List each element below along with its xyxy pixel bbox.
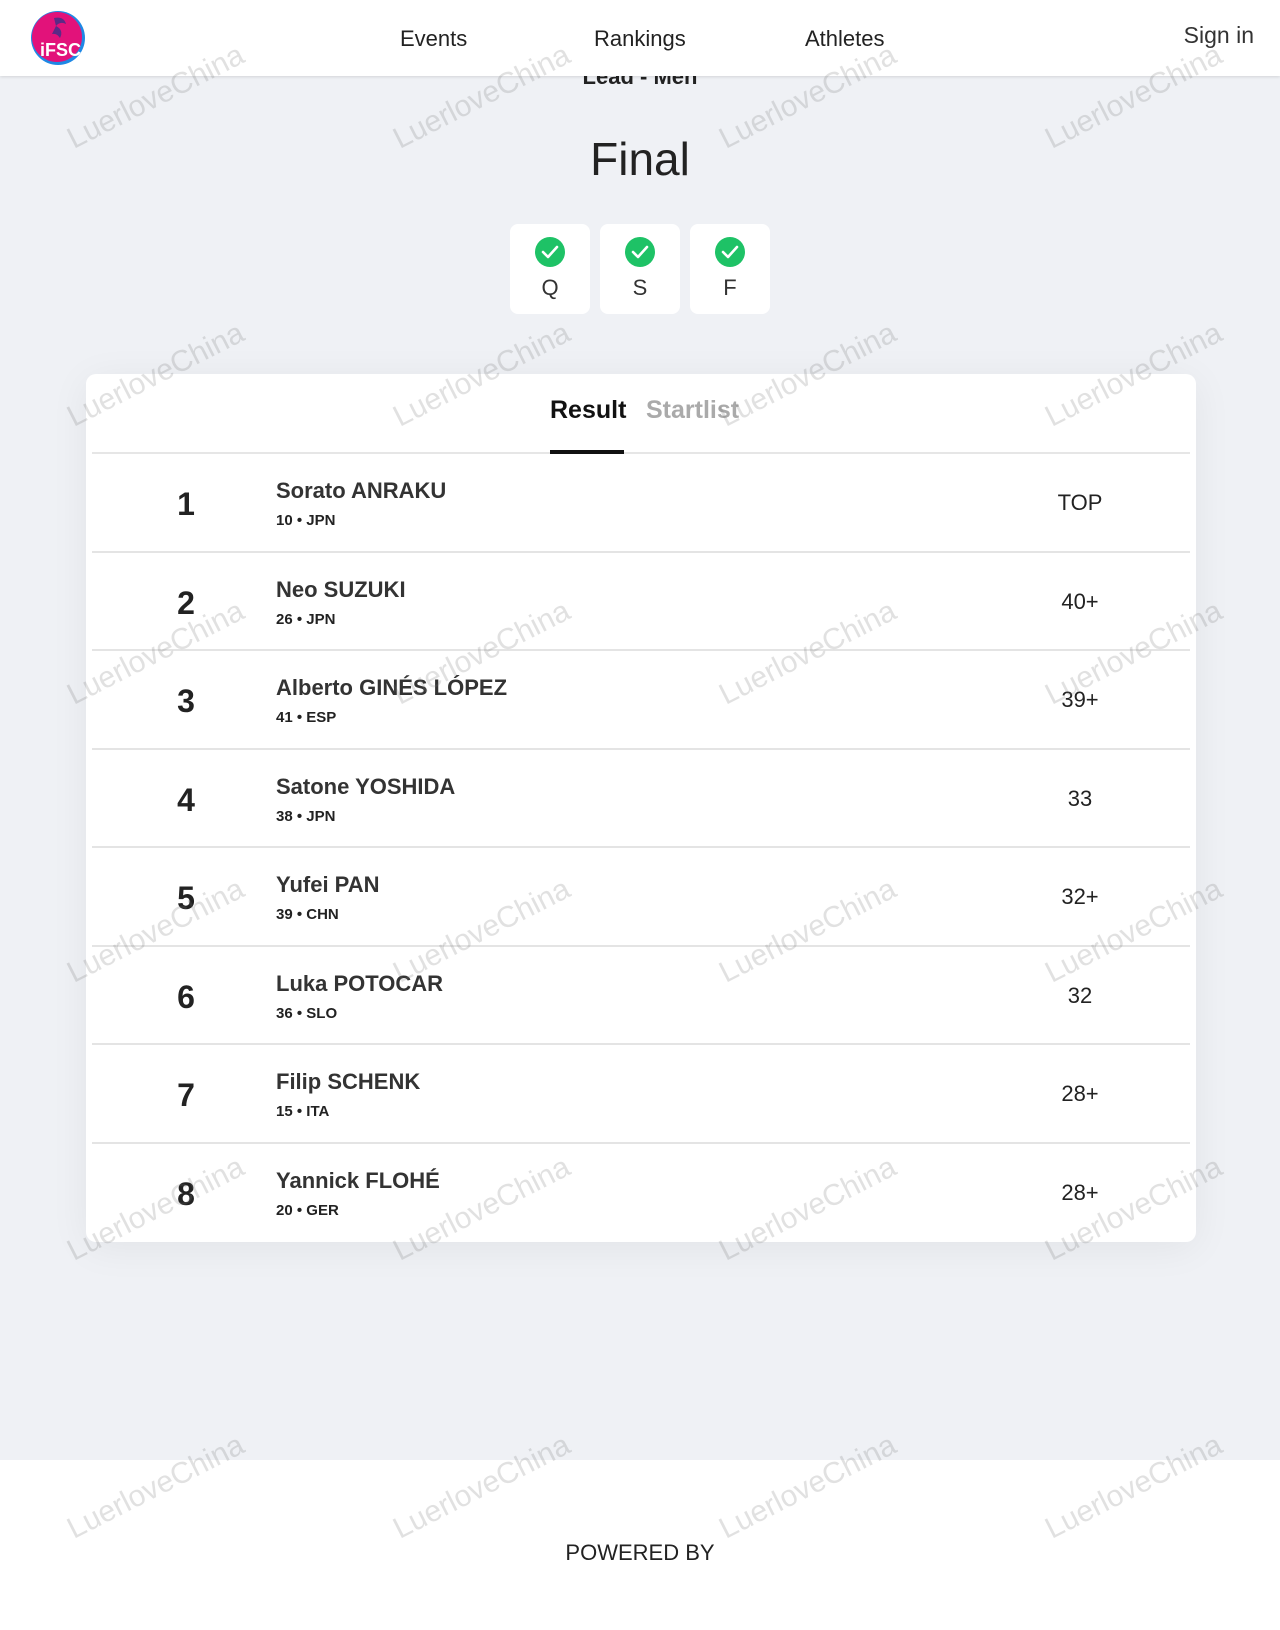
score: 39+	[1061, 687, 1099, 712]
check-icon	[625, 237, 655, 267]
rank: 7	[177, 1077, 195, 1113]
score: 33	[1067, 785, 1093, 811]
check-icon	[535, 237, 565, 267]
rank: 3	[177, 683, 195, 719]
athlete-name: Filip SCHENK	[276, 1069, 421, 1094]
result-row[interactable]: 5 Yufei PAN 39 • CHN 32+	[92, 848, 1190, 947]
rank: 6	[177, 978, 195, 1015]
phase-label: Q	[541, 275, 559, 300]
round-title: Final	[590, 133, 690, 185]
score: TOP	[1057, 490, 1103, 515]
tab-startlist[interactable]: Startlist	[646, 396, 739, 425]
rank: 8	[177, 1175, 195, 1212]
athlete-bib-country: 38 • JPN	[276, 807, 336, 825]
phase-qualification-button[interactable]: Q	[510, 224, 590, 314]
powered-by-label: POWERED BY	[565, 1540, 715, 1565]
athlete-bib-country: 36 • SLO	[276, 1004, 338, 1022]
score: 28+	[1061, 1179, 1099, 1205]
score: 32	[1067, 982, 1093, 1008]
athlete-bib-country: 10 • JPN	[276, 512, 336, 529]
sign-in-link[interactable]: Sign in	[1184, 22, 1254, 49]
results-list: 1 Sorato ANRAKU 10 • JPN TOP 2 Neo SUZUK…	[92, 454, 1190, 1242]
athlete-name: Sorato ANRAKU	[276, 478, 447, 503]
result-row[interactable]: 1 Sorato ANRAKU 10 • JPN TOP	[92, 454, 1190, 553]
athlete-name: Yufei PAN	[276, 872, 380, 897]
rank: 5	[177, 880, 195, 916]
result-row[interactable]: 6 Luka POTOCAR 36 • SLO 32	[92, 947, 1190, 1045]
athlete-name: Yannick FLOHÉ	[276, 1167, 440, 1193]
results-tabs: Result Startlist	[92, 374, 1190, 454]
athlete-bib-country: 41 • ESP	[276, 709, 337, 726]
athlete-name: Luka POTOCAR	[276, 970, 444, 996]
event-discipline-label: Lead - Men	[0, 76, 1280, 86]
phase-semifinal-button[interactable]: S	[600, 224, 680, 314]
athlete-bib-country: 20 • GER	[276, 1201, 339, 1219]
athlete-name: Satone YOSHIDA	[276, 773, 456, 799]
phase-label: S	[632, 275, 648, 300]
athlete-name: Alberto GINÉS LÓPEZ	[276, 675, 508, 700]
nav-athletes-link[interactable]: Athletes	[805, 26, 885, 52]
page-footer: POWERED BY	[0, 1460, 1280, 1630]
score: 40+	[1061, 588, 1099, 614]
rank: 2	[177, 584, 195, 621]
athlete-name: Neo SUZUKI	[276, 576, 406, 602]
top-nav-bar: iFSC Events Rankings Athletes Sign in	[0, 0, 1280, 76]
results-card: Result Startlist 1 Sorato ANRAKU 10 • JP…	[86, 374, 1196, 1242]
score: 32+	[1061, 884, 1099, 909]
phase-selector: Q S F	[510, 224, 770, 314]
tab-result[interactable]: Result	[550, 396, 626, 425]
athlete-bib-country: 15 • ITA	[276, 1103, 330, 1120]
phase-label: F	[723, 275, 737, 300]
athlete-bib-country: 26 • JPN	[276, 610, 336, 628]
result-row[interactable]: 8 Yannick FLOHÉ 20 • GER 28+	[92, 1144, 1190, 1243]
ifsc-logo-icon[interactable]: iFSC	[26, 10, 92, 66]
score: 28+	[1061, 1081, 1099, 1106]
check-icon	[715, 237, 745, 267]
svg-text:iFSC: iFSC	[40, 40, 81, 60]
nav-events-link[interactable]: Events	[400, 26, 467, 52]
result-row[interactable]: 4 Satone YOSHIDA 38 • JPN 33	[92, 750, 1190, 848]
phase-final-button[interactable]: F	[690, 224, 770, 314]
nav-rankings-link[interactable]: Rankings	[594, 26, 686, 52]
athlete-bib-country: 39 • CHN	[276, 906, 339, 923]
result-row[interactable]: 3 Alberto GINÉS LÓPEZ 41 • ESP 39+	[92, 651, 1190, 750]
result-row[interactable]: 7 Filip SCHENK 15 • ITA 28+	[92, 1045, 1190, 1144]
rank: 4	[177, 781, 195, 818]
result-row[interactable]: 2 Neo SUZUKI 26 • JPN 40+	[92, 553, 1190, 651]
rank: 1	[177, 486, 195, 522]
